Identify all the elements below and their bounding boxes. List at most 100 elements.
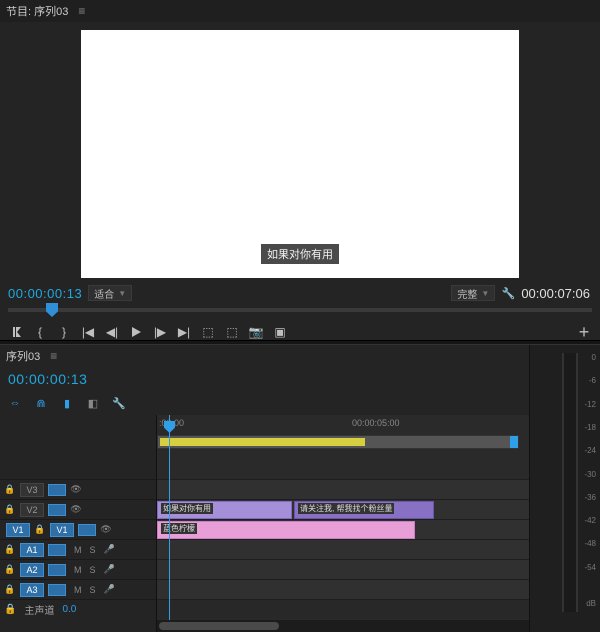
program-monitor: 节目: 序列03 ≡ 如果对你有用 00:00:00:13 适合 ▼ 完整 ▼ … — [0, 0, 600, 340]
scrub-playhead[interactable] — [46, 303, 58, 317]
panel-menu-icon[interactable]: ≡ — [50, 349, 57, 363]
solo-button[interactable]: S — [90, 585, 96, 595]
program-sequence-name: 序列03 — [34, 6, 68, 18]
audio-track-header[interactable]: 🔒 A2 M S 🎤 — [0, 559, 156, 579]
mute-button[interactable]: M — [74, 565, 82, 575]
scrub-track — [8, 308, 592, 312]
go-to-in-icon[interactable]: |◀ — [80, 324, 96, 340]
track-lane-a1[interactable] — [157, 539, 529, 559]
track-label[interactable]: V3 — [20, 483, 44, 497]
timeline-tools: ⇔ ⋒ ▮ ◧ 🔧 — [0, 391, 529, 415]
track-lane-v1[interactable]: 蓝色柠檬 — [157, 519, 529, 539]
video-frame[interactable]: 如果对你有用 — [81, 30, 519, 278]
mark-clip-icon[interactable]: } — [56, 324, 72, 340]
export-frame-icon[interactable]: 📷 — [248, 324, 264, 340]
program-tab[interactable]: 节目: 序列03 — [6, 3, 68, 19]
track-toggle[interactable] — [78, 524, 96, 536]
video-track-header[interactable]: 🔒 V3 👁 — [0, 479, 156, 499]
linked-selection-icon[interactable]: ⋒ — [34, 397, 48, 410]
scrub-bar[interactable] — [0, 302, 600, 318]
meter-label: -36 — [584, 493, 596, 502]
timeline-timecode[interactable]: 00:00:00:13 — [8, 371, 87, 387]
zoom-fit-label: 适合 — [94, 286, 114, 301]
comparison-icon[interactable]: ▣ — [272, 324, 288, 340]
mute-button[interactable]: M — [74, 545, 82, 555]
track-toggle[interactable] — [48, 484, 66, 496]
settings-icon[interactable]: ◧ — [86, 397, 100, 410]
track-lane-a2[interactable] — [157, 559, 529, 579]
horizontal-scrollbar[interactable] — [157, 620, 529, 632]
snap-icon[interactable]: ⇔ — [8, 397, 22, 409]
video-track-header[interactable]: 🔒 V2 👁 — [0, 499, 156, 519]
time-ruler[interactable]: :00:00 00:00:05:00 — [157, 415, 529, 435]
meter-label: dB — [586, 599, 596, 608]
track-lane-v2[interactable]: 如果对你有用 请关注我, 帮我找个粉丝量 — [157, 499, 529, 519]
mute-button[interactable]: M — [74, 585, 82, 595]
track-lane-a3[interactable] — [157, 579, 529, 599]
lock-icon[interactable]: 🔒 — [4, 544, 16, 555]
clip[interactable]: 请关注我, 帮我找个粉丝量 — [294, 501, 434, 519]
zoom-fit-dropdown[interactable]: 适合 ▼ — [88, 285, 132, 301]
lift-icon[interactable]: ⬚ — [200, 324, 216, 340]
eye-icon[interactable]: 👁 — [70, 504, 82, 515]
lock-icon[interactable]: 🔒 — [4, 564, 16, 575]
lock-icon[interactable]: 🔒 — [4, 604, 16, 615]
master-value[interactable]: 0.0 — [62, 604, 76, 615]
meter-label: -18 — [584, 423, 596, 432]
go-to-out-icon[interactable]: ▶| — [176, 324, 192, 340]
master-track-header[interactable]: 🔒 主声道 0.0 — [0, 599, 156, 619]
panel-menu-icon[interactable]: ≡ — [78, 4, 85, 18]
source-patch[interactable]: V1 — [6, 523, 30, 537]
clip-label: 请关注我, 帮我找个粉丝量 — [298, 503, 394, 514]
audio-track-header[interactable]: 🔒 A1 M S 🎤 — [0, 539, 156, 559]
lock-icon[interactable]: 🔒 — [4, 504, 16, 515]
step-forward-icon[interactable]: |▶ — [152, 324, 168, 340]
timeline-tab[interactable]: 序列03 — [6, 348, 40, 364]
track-lane-v3[interactable] — [157, 479, 529, 499]
button-editor-icon[interactable]: + — [576, 324, 592, 340]
track-content[interactable]: :00:00 00:00:05:00 如果对你有用 请关注我, 帮我找个粉丝量 — [157, 415, 529, 632]
track-toggle[interactable] — [48, 584, 66, 596]
meter-label: -12 — [584, 400, 596, 409]
track-lane-master[interactable] — [157, 599, 529, 619]
mark-in-icon[interactable] — [8, 324, 24, 340]
meter-label: -42 — [584, 516, 596, 525]
clip[interactable]: 如果对你有用 — [157, 501, 292, 519]
timeline-playhead[interactable] — [169, 415, 170, 632]
lock-icon[interactable]: 🔒 — [4, 584, 16, 595]
track-label[interactable]: A2 — [20, 563, 44, 577]
track-toggle[interactable] — [48, 504, 66, 516]
track-label[interactable]: A3 — [20, 583, 44, 597]
solo-button[interactable]: S — [90, 545, 96, 555]
mark-out-icon[interactable]: { — [32, 324, 48, 340]
resolution-label: 完整 — [457, 286, 477, 301]
step-back-icon[interactable]: ◀| — [104, 324, 120, 340]
eye-icon[interactable]: 👁 — [100, 524, 112, 535]
play-icon[interactable] — [128, 324, 144, 340]
work-area-end-handle[interactable] — [510, 436, 518, 448]
settings-icon[interactable]: 🔧 — [501, 287, 515, 300]
voice-record-icon[interactable]: 🎤 — [104, 584, 115, 595]
work-area-bar[interactable] — [157, 435, 519, 449]
track-toggle[interactable] — [48, 564, 66, 576]
scrollbar-thumb[interactable] — [159, 622, 279, 630]
track-label[interactable]: V1 — [50, 523, 74, 537]
track-label[interactable]: A1 — [20, 543, 44, 557]
meter-label: -24 — [584, 446, 596, 455]
clip[interactable]: 蓝色柠檬 — [157, 521, 415, 539]
voice-record-icon[interactable]: 🎤 — [104, 564, 115, 575]
resolution-dropdown[interactable]: 完整 ▼ — [451, 285, 495, 301]
track-label[interactable]: V2 — [20, 503, 44, 517]
lock-icon[interactable]: 🔒 — [4, 484, 16, 495]
current-timecode[interactable]: 00:00:00:13 — [8, 286, 82, 301]
solo-button[interactable]: S — [90, 565, 96, 575]
voice-record-icon[interactable]: 🎤 — [104, 544, 115, 555]
eye-icon[interactable]: 👁 — [70, 484, 82, 495]
track-toggle[interactable] — [48, 544, 66, 556]
video-track-header[interactable]: V1 🔒 V1 👁 — [0, 519, 156, 539]
audio-track-header[interactable]: 🔒 A3 M S 🎤 — [0, 579, 156, 599]
extract-icon[interactable]: ⬚ — [224, 324, 240, 340]
lock-icon[interactable]: 🔒 — [34, 524, 46, 535]
marker-icon[interactable]: ▮ — [60, 397, 74, 410]
wrench-icon[interactable]: 🔧 — [112, 397, 126, 410]
